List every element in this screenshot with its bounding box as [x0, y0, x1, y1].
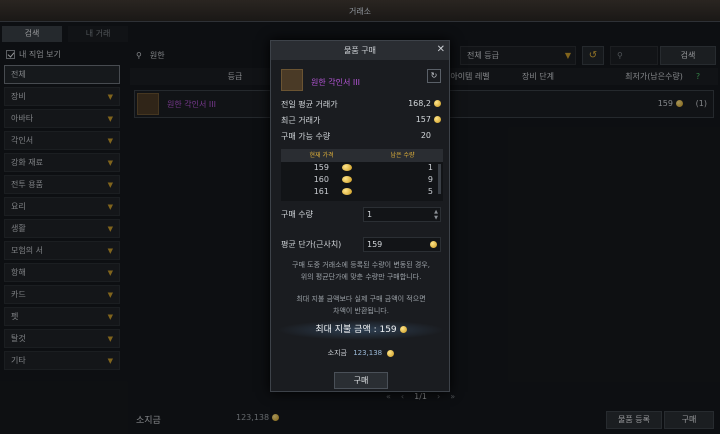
available-value: 20 — [420, 131, 431, 140]
remaining-value: 1 — [427, 163, 433, 172]
price-value: 161 — [313, 187, 329, 196]
recent-value: 157 — [416, 115, 441, 129]
dialog-gold-value: 123,138 — [353, 349, 383, 357]
notice-line: 위의 평균단가에 맞춘 수량만 구매합니다. — [300, 273, 422, 281]
price-list-header: 현재 가격 남은 수량 — [281, 149, 443, 162]
remaining-value: 9 — [427, 175, 433, 184]
max-payment-text: 최대 지불 금액 : 159 — [315, 325, 397, 335]
dialog-gold-label: 소지금 — [327, 349, 347, 357]
prev-avg-value: 168,2 — [408, 99, 441, 113]
remaining-value: 5 — [427, 187, 433, 196]
recent-label: 최근 거래가 — [281, 116, 321, 125]
avg-price-value: 159 — [367, 240, 383, 249]
dialog-item-name: 원한 각인서 III — [311, 78, 360, 87]
price-value: 159 — [313, 163, 329, 172]
price-cell: 161 — [281, 186, 362, 198]
prev-avg-label: 전일 평균 거래가 — [281, 100, 338, 109]
list-item[interactable]: 161 5 — [281, 186, 443, 198]
stepper-arrows-icon[interactable]: ▲ ▼ — [434, 209, 438, 221]
gold-icon — [342, 176, 352, 183]
price-value: 160 — [313, 175, 329, 184]
prev-avg-price-row: 전일 평균 거래가 168,2 — [281, 99, 441, 113]
list-item[interactable]: 159 1 — [281, 162, 443, 174]
available-label: 구매 가능 수량 — [281, 132, 331, 141]
price-list: 현재 가격 남은 수량 159 1 160 9 161 5 — [281, 149, 443, 201]
header-current-price: 현재 가격 — [309, 152, 334, 159]
close-icon[interactable]: ✕ — [437, 44, 445, 55]
header-remaining: 남은 수량 — [390, 152, 415, 159]
list-item[interactable]: 160 9 — [281, 174, 443, 186]
available-qty-row: 구매 가능 수량 20 — [281, 131, 441, 145]
recent-number: 157 — [415, 115, 431, 124]
gold-icon — [434, 116, 441, 123]
gold-icon — [342, 164, 352, 171]
gold-icon — [434, 100, 441, 107]
prev-avg-number: 168,2 — [408, 99, 431, 108]
item-thumbnail — [281, 69, 303, 91]
gold-icon — [399, 326, 407, 333]
gold-icon — [387, 349, 395, 357]
avg-price-label: 평균 단가(근사치) — [281, 240, 342, 249]
qty-label: 구매 수량 — [281, 210, 313, 219]
gold-icon — [430, 241, 437, 248]
notice-line: 구매 도중 거래소에 등록된 수량이 변동된 경우, — [292, 261, 430, 269]
window-title: 거래소 — [348, 7, 372, 16]
title-bar: 거래소 — [0, 0, 720, 22]
confirm-buy-button[interactable]: 구매 — [334, 372, 388, 389]
recent-price-row: 최근 거래가 157 — [281, 115, 441, 129]
price-cell: 160 — [281, 174, 362, 186]
price-cell: 159 — [281, 162, 362, 174]
refresh-icon[interactable]: ↻ — [427, 69, 441, 83]
quantity-value: 1 — [367, 210, 373, 219]
gold-icon — [342, 188, 352, 195]
avg-price-field: 159 — [363, 237, 441, 252]
dialog-title: 물품 구매 — [271, 41, 449, 60]
dialog-gold: 소지금 123,138 — [271, 348, 451, 358]
purchase-dialog: 물품 구매 ✕ 원한 각인서 III ↻ 전일 평균 거래가 168,2 최근 … — [270, 40, 450, 392]
notice-line: 최대 지불 금액보다 실제 구매 금액이 적으면 — [296, 295, 426, 303]
max-payment: 최대 지불 금액 : 159 — [277, 320, 445, 340]
purchase-notice: 구매 도중 거래소에 등록된 수량이 변동된 경우, 위의 평균단가에 맞춘 수… — [277, 259, 445, 317]
scrollbar[interactable] — [438, 164, 441, 194]
notice-line: 차액이 반환됩니다. — [333, 307, 389, 315]
quantity-stepper[interactable]: 1 ▲ ▼ — [363, 207, 441, 222]
